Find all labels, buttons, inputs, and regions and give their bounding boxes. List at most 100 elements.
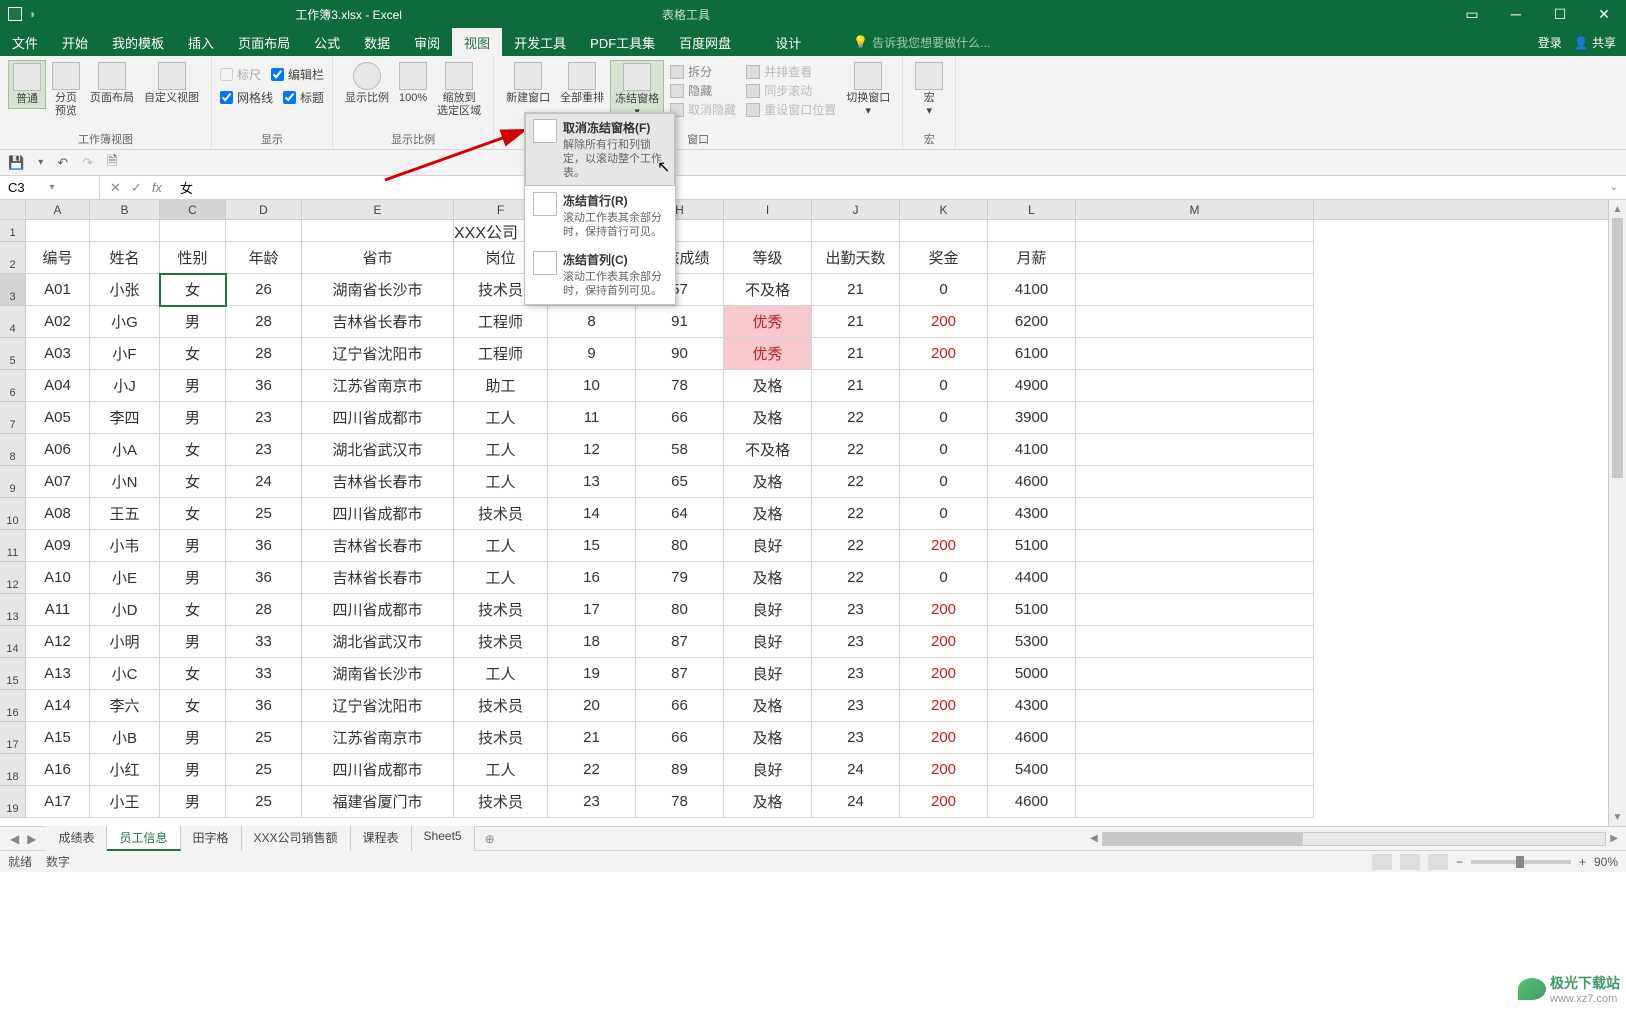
menu-设计[interactable]: 设计 xyxy=(763,28,813,56)
cell-F18[interactable]: 工人 xyxy=(454,754,548,786)
add-sheet-button[interactable]: ⊕ xyxy=(475,832,505,846)
fx-icon[interactable]: fx xyxy=(152,180,162,195)
row-header-11[interactable]: 11 xyxy=(0,530,26,562)
cell-I12[interactable]: 及格 xyxy=(724,562,812,594)
menu-百度网盘[interactable]: 百度网盘 xyxy=(667,28,743,56)
cell-B19[interactable]: 小王 xyxy=(90,786,160,818)
cell-M8[interactable] xyxy=(1076,434,1314,466)
cell-G12[interactable]: 16 xyxy=(548,562,636,594)
cell-B18[interactable]: 小红 xyxy=(90,754,160,786)
cell-A15[interactable]: A13 xyxy=(26,658,90,690)
cell-C19[interactable]: 男 xyxy=(160,786,226,818)
cell-C3[interactable]: 女 xyxy=(160,274,226,306)
cell-I17[interactable]: 及格 xyxy=(724,722,812,754)
cell-K16[interactable]: 200 xyxy=(900,690,988,722)
cell-L11[interactable]: 5100 xyxy=(988,530,1076,562)
cell-M12[interactable] xyxy=(1076,562,1314,594)
menu-数据[interactable]: 数据 xyxy=(352,28,402,56)
cell-E5[interactable]: 辽宁省沈阳市 xyxy=(302,338,454,370)
cell-J19[interactable]: 24 xyxy=(812,786,900,818)
row-header-5[interactable]: 5 xyxy=(0,338,26,370)
cell-C2[interactable]: 性别 xyxy=(160,242,226,274)
col-header-E[interactable]: E xyxy=(302,200,454,219)
cell-G11[interactable]: 15 xyxy=(548,530,636,562)
cell-L2[interactable]: 月薪 xyxy=(988,242,1076,274)
cell-F10[interactable]: 技术员 xyxy=(454,498,548,530)
cell-D3[interactable]: 26 xyxy=(226,274,302,306)
row-header-1[interactable]: 1 xyxy=(0,220,26,242)
cell-H14[interactable]: 87 xyxy=(636,626,724,658)
cell-L12[interactable]: 4400 xyxy=(988,562,1076,594)
cell-A6[interactable]: A04 xyxy=(26,370,90,402)
cell-F19[interactable]: 技术员 xyxy=(454,786,548,818)
cell-A7[interactable]: A05 xyxy=(26,402,90,434)
qat-dropdown-icon[interactable]: ▾ xyxy=(38,157,43,168)
cell-I15[interactable]: 良好 xyxy=(724,658,812,690)
expand-formula-icon[interactable]: ⌄ xyxy=(1602,182,1626,193)
zoom-selection-button[interactable]: 缩放到 选定区域 xyxy=(433,60,485,120)
cell-M19[interactable] xyxy=(1076,786,1314,818)
cell-A2[interactable]: 编号 xyxy=(26,242,90,274)
cell-M3[interactable] xyxy=(1076,274,1314,306)
cell-M13[interactable] xyxy=(1076,594,1314,626)
cell-E1[interactable] xyxy=(302,220,454,242)
cell-H6[interactable]: 78 xyxy=(636,370,724,402)
row-header-19[interactable]: 19 xyxy=(0,786,26,818)
cell-L8[interactable]: 4100 xyxy=(988,434,1076,466)
minimize-button[interactable]: ─ xyxy=(1494,0,1538,28)
cell-C16[interactable]: 女 xyxy=(160,690,226,722)
cell-M17[interactable] xyxy=(1076,722,1314,754)
ruler-checkbox[interactable]: 标尺 xyxy=(220,64,261,85)
cell-B15[interactable]: 小C xyxy=(90,658,160,690)
cell-J12[interactable]: 22 xyxy=(812,562,900,594)
arrange-all-button[interactable]: 全部重排 xyxy=(556,60,608,107)
zoom-slider[interactable] xyxy=(1471,860,1571,864)
cell-E19[interactable]: 福建省厦门市 xyxy=(302,786,454,818)
view-normal-icon[interactable] xyxy=(1372,854,1392,870)
formula-input[interactable]: 女 xyxy=(172,178,1602,197)
cell-J8[interactable]: 22 xyxy=(812,434,900,466)
view-pagelayout-button[interactable]: 页面布局 xyxy=(86,60,138,107)
cell-H9[interactable]: 65 xyxy=(636,466,724,498)
cell-H7[interactable]: 66 xyxy=(636,402,724,434)
menu-开始[interactable]: 开始 xyxy=(50,28,100,56)
cell-D1[interactable] xyxy=(226,220,302,242)
cell-D6[interactable]: 36 xyxy=(226,370,302,402)
cell-E17[interactable]: 江苏省南京市 xyxy=(302,722,454,754)
cell-F6[interactable]: 助工 xyxy=(454,370,548,402)
cell-M4[interactable] xyxy=(1076,306,1314,338)
view-custom-button[interactable]: 自定义视图 xyxy=(140,60,203,107)
freeze-top-row-item[interactable]: 冻结首行(R) 滚动工作表其余部分时，保持首行可见。 xyxy=(525,186,675,245)
cell-D14[interactable]: 33 xyxy=(226,626,302,658)
cell-L17[interactable]: 4600 xyxy=(988,722,1076,754)
cell-K7[interactable]: 0 xyxy=(900,402,988,434)
cell-H5[interactable]: 90 xyxy=(636,338,724,370)
cell-E4[interactable]: 吉林省长春市 xyxy=(302,306,454,338)
cell-E7[interactable]: 四川省成都市 xyxy=(302,402,454,434)
cell-G15[interactable]: 19 xyxy=(548,658,636,690)
cell-A18[interactable]: A16 xyxy=(26,754,90,786)
cell-B14[interactable]: 小明 xyxy=(90,626,160,658)
cell-F17[interactable]: 技术员 xyxy=(454,722,548,754)
cell-I16[interactable]: 及格 xyxy=(724,690,812,722)
cell-I6[interactable]: 及格 xyxy=(724,370,812,402)
cell-K11[interactable]: 200 xyxy=(900,530,988,562)
menu-开发工具[interactable]: 开发工具 xyxy=(502,28,578,56)
cell-I14[interactable]: 良好 xyxy=(724,626,812,658)
cell-K1[interactable] xyxy=(900,220,988,242)
cell-K5[interactable]: 200 xyxy=(900,338,988,370)
cell-J13[interactable]: 23 xyxy=(812,594,900,626)
menu-PDF工具集[interactable]: PDF工具集 xyxy=(578,28,667,56)
cell-C6[interactable]: 男 xyxy=(160,370,226,402)
col-header-A[interactable]: A xyxy=(26,200,90,219)
row-header-3[interactable]: 3 xyxy=(0,274,26,306)
row-header-12[interactable]: 12 xyxy=(0,562,26,594)
cell-F11[interactable]: 工人 xyxy=(454,530,548,562)
close-button[interactable]: ✕ xyxy=(1582,0,1626,28)
cell-I2[interactable]: 等级 xyxy=(724,242,812,274)
cell-J10[interactable]: 22 xyxy=(812,498,900,530)
cell-M16[interactable] xyxy=(1076,690,1314,722)
ribbon-display-options[interactable]: ▭ xyxy=(1450,0,1494,28)
cell-H11[interactable]: 80 xyxy=(636,530,724,562)
cell-F8[interactable]: 工人 xyxy=(454,434,548,466)
